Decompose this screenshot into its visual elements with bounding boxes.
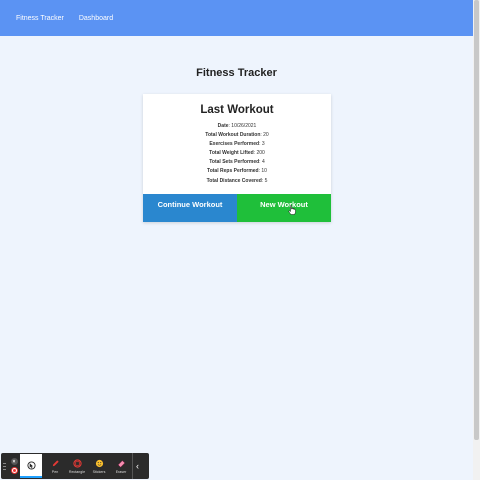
stickers-tool-button[interactable]: Stickers xyxy=(88,454,110,478)
eraser-icon xyxy=(117,460,125,467)
card-title: Last Workout xyxy=(200,104,274,116)
card-button-row: Continue Workout New Workout xyxy=(143,194,331,222)
pen-tool-label: Pen xyxy=(51,469,59,474)
last-workout-card: Last Workout Date: 10/26/2021 Total Work… xyxy=(143,94,331,222)
nav-link-dashboard[interactable]: Dashboard xyxy=(79,15,113,22)
stat-value: 200 xyxy=(256,150,265,157)
annotation-toolbar: × Pen Rectangle Stickers Eraser ‹ xyxy=(1,453,149,479)
chevron-left-icon[interactable]: ‹ xyxy=(132,453,142,479)
pointer-tool-icon xyxy=(26,460,36,470)
continue-workout-button[interactable]: Continue Workout xyxy=(143,194,237,222)
rectangle-tool-label: Rectangle xyxy=(68,469,86,474)
stat-exercises-performed: Exercises Performed: 3 xyxy=(209,141,265,148)
stat-label: Date xyxy=(217,123,229,129)
toolbar-side-controls: × xyxy=(8,458,20,474)
stat-total-sets-performed: Total Sets Performed: 4 xyxy=(209,159,265,166)
stat-value: 5 xyxy=(264,177,268,184)
eraser-tool-label: Eraser xyxy=(115,469,127,474)
nav-link-fitness-tracker[interactable]: Fitness Tracker xyxy=(16,15,64,22)
stat-value: 10/26/2021 xyxy=(231,123,257,129)
stat-label: Total Sets Performed xyxy=(209,159,260,166)
stat-total-workout-duration: Total Workout Duration: 20 xyxy=(205,132,269,139)
stat-label: Total Distance Covered xyxy=(206,177,262,184)
stat-label: Total Weight Lifted xyxy=(209,150,254,157)
stat-value: 20 xyxy=(263,132,269,139)
new-workout-button[interactable]: New Workout xyxy=(237,194,331,222)
sticker-icon xyxy=(95,459,103,467)
pen-icon xyxy=(52,459,59,466)
rectangle-icon xyxy=(72,458,82,468)
stickers-tool-label: Stickers xyxy=(92,469,106,474)
stat-value: 10 xyxy=(261,168,267,175)
scrollbar[interactable] xyxy=(473,0,480,480)
stat-total-weight-lifted: Total Weight Lifted: 200 xyxy=(209,150,265,157)
navbar: Fitness Tracker Dashboard xyxy=(0,0,473,36)
drag-handle-icon[interactable] xyxy=(1,453,8,479)
stat-value: 3 xyxy=(261,141,265,148)
stat-label: Total Reps Performed xyxy=(207,168,259,175)
record-icon[interactable] xyxy=(10,467,18,474)
close-icon[interactable]: × xyxy=(10,458,18,465)
stat-label: Exercises Performed xyxy=(209,141,260,148)
cursor-tool-button[interactable] xyxy=(20,454,42,478)
workout-stats-list: Date: 10/26/2021 Total Workout Duration:… xyxy=(143,122,331,186)
stat-total-reps-performed: Total Reps Performed: 10 xyxy=(207,168,267,175)
hand-cursor-icon xyxy=(288,205,296,215)
scrollbar-thumb[interactable] xyxy=(474,0,479,440)
stat-total-distance-covered: Total Distance Covered: 5 xyxy=(206,177,268,184)
eraser-tool-button[interactable]: Eraser xyxy=(110,454,132,478)
pen-tool-button[interactable]: Pen xyxy=(44,454,66,478)
stat-value: 4 xyxy=(261,159,265,166)
rectangle-tool-button[interactable]: Rectangle xyxy=(66,454,88,478)
stat-label: Total Workout Duration xyxy=(205,132,261,139)
page-title: Fitness Tracker xyxy=(196,67,277,79)
stat-date: Date: 10/26/2021 xyxy=(217,123,257,129)
